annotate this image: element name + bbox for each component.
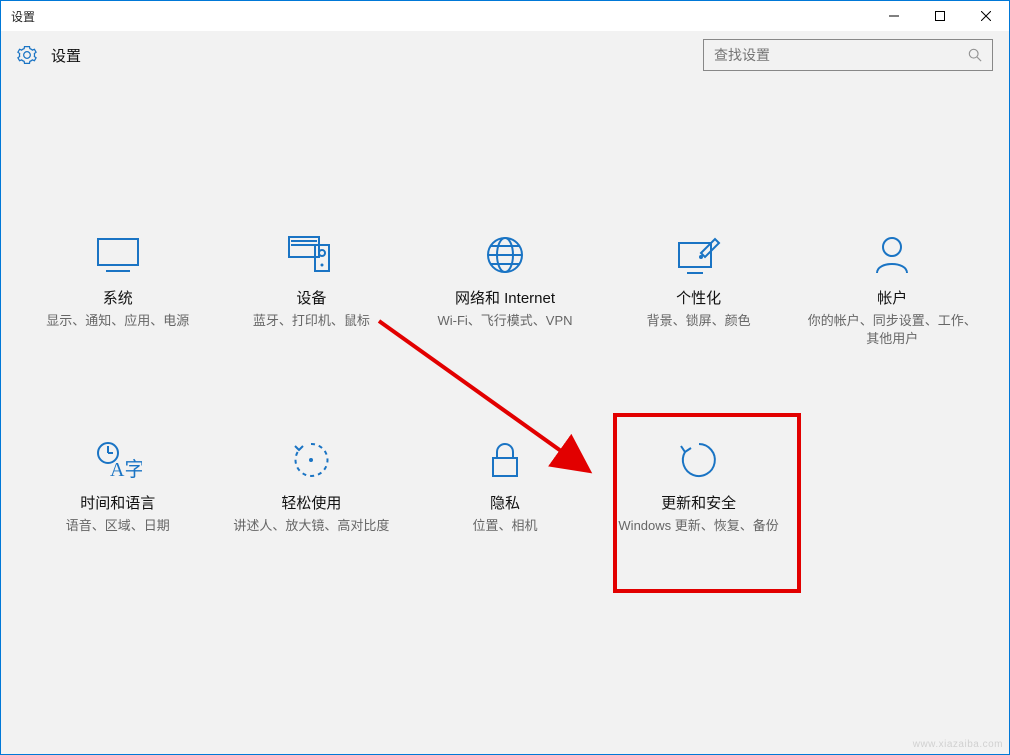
tile-accounts[interactable]: 帐户 你的帐户、同步设置、工作、其他用户	[795, 229, 989, 354]
tile-title: 时间和语言	[27, 492, 209, 513]
tile-time-language[interactable]: A字 时间和语言 语音、区域、日期	[21, 434, 215, 541]
tile-personalization[interactable]: 个性化 背景、锁屏、颜色	[602, 229, 796, 354]
minimize-button[interactable]	[871, 1, 917, 31]
tile-privacy[interactable]: 隐私 位置、相机	[408, 434, 602, 541]
tile-title: 网络和 Internet	[414, 287, 596, 308]
app-title: 设置	[51, 45, 81, 66]
accounts-icon	[801, 235, 983, 275]
ease-icon	[221, 440, 403, 480]
tile-desc: Wi-Fi、飞行模式、VPN	[414, 312, 596, 330]
maximize-button[interactable]	[917, 1, 963, 31]
svg-text:A字: A字	[110, 458, 142, 480]
tile-title: 个性化	[608, 287, 790, 308]
tile-desc: 你的帐户、同步设置、工作、其他用户	[801, 312, 983, 348]
tile-network[interactable]: 网络和 Internet Wi-Fi、飞行模式、VPN	[408, 229, 602, 354]
search-icon	[968, 48, 982, 62]
gear-icon	[17, 45, 37, 65]
tile-title: 帐户	[801, 287, 983, 308]
tile-desc: 背景、锁屏、颜色	[608, 312, 790, 330]
titlebar: 设置	[1, 1, 1009, 31]
watermark: www.xiazaiba.com	[913, 739, 1003, 750]
tile-update-security[interactable]: 更新和安全 Windows 更新、恢复、备份	[602, 434, 796, 541]
tile-devices[interactable]: 设备 蓝牙、打印机、鼠标	[215, 229, 409, 354]
tile-desc: 位置、相机	[414, 517, 596, 535]
search-box[interactable]	[703, 39, 993, 71]
tile-title: 轻松使用	[221, 492, 403, 513]
window-controls	[871, 1, 1009, 31]
settings-grid: 系统 显示、通知、应用、电源 设备 蓝牙、打印机、鼠标 网络和 Internet…	[1, 79, 1009, 542]
time-language-icon: A字	[27, 440, 209, 480]
update-icon	[608, 440, 790, 480]
tile-desc: 讲述人、放大镜、高对比度	[221, 517, 403, 535]
window-title: 设置	[1, 8, 35, 25]
tile-desc: 显示、通知、应用、电源	[27, 312, 209, 330]
tile-desc: 语音、区域、日期	[27, 517, 209, 535]
tile-title: 设备	[221, 287, 403, 308]
tile-title: 隐私	[414, 492, 596, 513]
tile-ease-of-access[interactable]: 轻松使用 讲述人、放大镜、高对比度	[215, 434, 409, 541]
tile-title: 更新和安全	[608, 492, 790, 513]
tile-desc: 蓝牙、打印机、鼠标	[221, 312, 403, 330]
header: 设置	[1, 31, 1009, 79]
tile-desc: Windows 更新、恢复、备份	[608, 517, 790, 535]
lock-icon	[414, 440, 596, 480]
system-icon	[27, 235, 209, 275]
tile-title: 系统	[27, 287, 209, 308]
close-button[interactable]	[963, 1, 1009, 31]
tile-system[interactable]: 系统 显示、通知、应用、电源	[21, 229, 215, 354]
globe-icon	[414, 235, 596, 275]
devices-icon	[221, 235, 403, 275]
personalization-icon	[608, 235, 790, 275]
search-input[interactable]	[714, 47, 968, 63]
